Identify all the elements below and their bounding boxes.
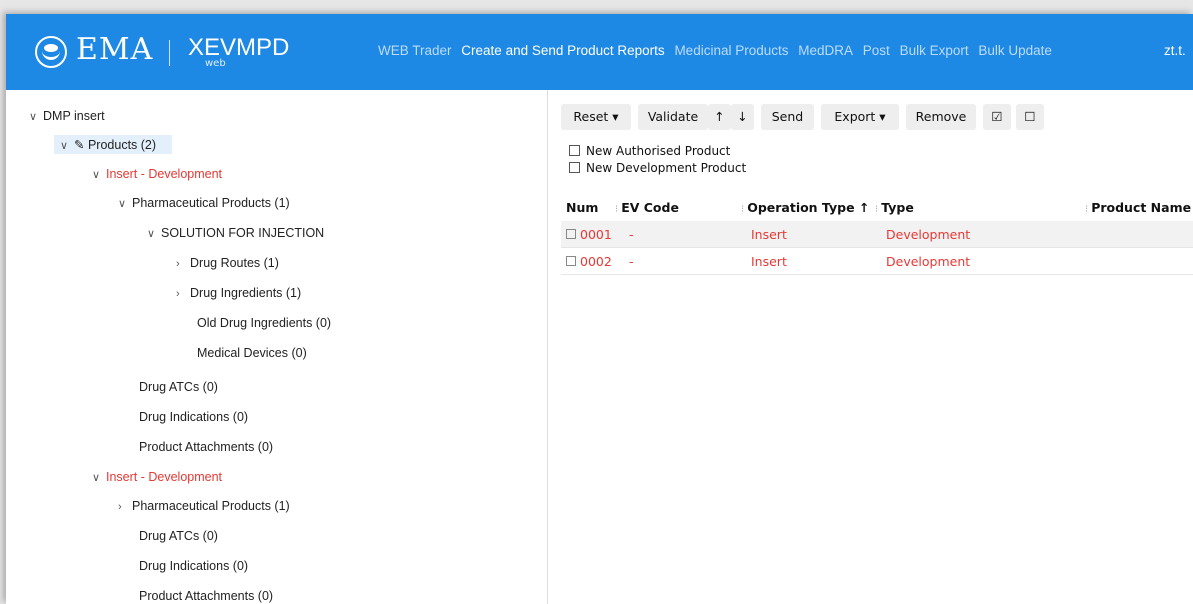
checkbox[interactable] <box>569 162 580 173</box>
row-checkbox[interactable] <box>566 229 576 239</box>
row-checkbox[interactable] <box>566 256 576 266</box>
remove-button[interactable]: Remove <box>906 104 976 130</box>
chevron-down-icon[interactable]: ∨ <box>29 110 43 123</box>
new-development-product-option[interactable]: New Development Product <box>569 161 746 175</box>
tree-node-pharma-1[interactable]: ∨ Pharmaceutical Products (1) <box>118 196 290 210</box>
resize-handle-icon[interactable]: ⁝ <box>741 204 744 215</box>
export-button[interactable]: Export ▾ <box>821 104 899 130</box>
tree-label: Insert - Development <box>106 167 223 181</box>
nav-web-trader[interactable]: WEB Trader <box>378 43 452 58</box>
uncheck-all-button[interactable]: ☐ <box>1016 104 1044 130</box>
option-label: New Authorised Product <box>586 144 731 158</box>
tree-node-indications-1[interactable]: Drug Indications (0) <box>139 410 248 424</box>
tree-node-indications-2[interactable]: Drug Indications (0) <box>139 559 248 573</box>
chevron-down-icon[interactable]: ∨ <box>92 168 106 181</box>
product-name: XEVMPD <box>188 34 290 61</box>
app-window: EMA XEVMPD web WEB Trader Create and Sen… <box>6 14 1193 604</box>
col-label: Product Name <box>1091 200 1192 215</box>
tree-label: Products (2) <box>87 138 157 152</box>
chevron-down-icon[interactable]: ∨ <box>147 227 161 240</box>
row-num[interactable]: 0001 <box>566 227 612 242</box>
tree-label: Insert - Development <box>106 470 223 484</box>
row-operation: Insert <box>751 227 787 242</box>
logo-divider <box>169 40 170 66</box>
reset-button[interactable]: Reset ▾ <box>561 104 631 130</box>
col-label: EV Code <box>621 200 679 215</box>
row-num[interactable]: 0002 <box>566 254 612 269</box>
report-list-pane: Reset ▾ Validate ↑ ↓ Send Export ▾ Remov… <box>549 90 1193 604</box>
send-button[interactable]: Send <box>761 104 814 130</box>
tree-label: Drug Routes (1) <box>190 256 279 270</box>
nav-meddra[interactable]: MedDRA <box>798 43 853 58</box>
tree-node-root[interactable]: ∨ DMP insert <box>29 109 105 123</box>
chevron-down-icon[interactable]: ∨ <box>60 139 74 152</box>
tree-label: Pharmaceutical Products (1) <box>132 499 290 513</box>
resize-handle-icon[interactable]: ⁝ <box>875 204 878 215</box>
col-type[interactable]: ⁝ Type <box>875 200 914 215</box>
tree-node-attachments-2[interactable]: Product Attachments (0) <box>139 589 273 603</box>
ema-logo-icon <box>35 36 67 68</box>
tree-node-solution[interactable]: ∨ SOLUTION FOR INJECTION <box>147 226 324 240</box>
table-row[interactable]: 0001 - Insert Development <box>561 221 1193 248</box>
row-type: Development <box>886 254 971 269</box>
tree-node-pharma-2[interactable]: › Pharmaceutical Products (1) <box>118 499 290 513</box>
nav-medicinal-products[interactable]: Medicinal Products <box>674 43 788 58</box>
option-label: New Development Product <box>586 161 747 175</box>
pencil-icon[interactable]: ✎ <box>74 138 84 152</box>
col-operation-type[interactable]: ⁝ Operation Type ↑ <box>741 200 869 215</box>
col-label: Operation Type ↑ <box>747 200 870 215</box>
tree-node-old-ingredients[interactable]: Old Drug Ingredients (0) <box>197 316 331 330</box>
tree-label: Pharmaceutical Products (1) <box>132 196 290 210</box>
row-num-value: 0001 <box>580 227 612 242</box>
tree-label: DMP insert <box>43 109 105 123</box>
resize-handle-icon[interactable]: ⁝ <box>615 204 618 215</box>
col-product-name[interactable]: ⁝ Product Name <box>1085 200 1191 215</box>
tree-node-routes[interactable]: › Drug Routes (1) <box>176 256 279 270</box>
row-num-value: 0002 <box>580 254 612 269</box>
chevron-down-icon[interactable]: ∨ <box>92 471 106 484</box>
tree-label: SOLUTION FOR INJECTION <box>161 226 325 240</box>
tree-node-insert-1[interactable]: ∨ Insert - Development <box>92 167 222 181</box>
col-num[interactable]: Num <box>566 200 598 215</box>
tree-node-atcs-1[interactable]: Drug ATCs (0) <box>139 380 218 394</box>
chevron-right-icon[interactable]: › <box>118 501 132 513</box>
logo-text: EMA <box>76 32 154 67</box>
nav-post[interactable]: Post <box>863 43 890 58</box>
new-authorised-product-option[interactable]: New Authorised Product <box>569 144 730 158</box>
nav-create-send-reports[interactable]: Create and Send Product Reports <box>461 43 664 58</box>
chevron-right-icon[interactable]: › <box>176 258 190 270</box>
tree-node-attachments-1[interactable]: Product Attachments (0) <box>139 440 273 454</box>
table-row[interactable]: 0002 - Insert Development <box>561 248 1193 275</box>
nav-bulk-update[interactable]: Bulk Update <box>978 43 1052 58</box>
user-menu[interactable]: zt.t. <box>1164 43 1186 58</box>
report-tree: ∨ DMP insert ∨ ✎ Products (2) ∨ Insert - De… <box>6 90 548 604</box>
chevron-down-icon[interactable]: ∨ <box>118 197 132 210</box>
resize-handle-icon[interactable]: ⁝ <box>1085 204 1088 215</box>
nav-bulk-export[interactable]: Bulk Export <box>900 43 969 58</box>
tree-node-ingredients[interactable]: › Drug Ingredients (1) <box>176 286 301 300</box>
col-ev-code[interactable]: ⁝ EV Code <box>615 200 679 215</box>
row-operation: Insert <box>751 254 787 269</box>
tree-node-insert-2[interactable]: ∨ Insert - Development <box>92 470 222 484</box>
row-ev-code: - <box>629 227 634 242</box>
tree-label: Drug Ingredients (1) <box>190 286 302 300</box>
main-nav: WEB Trader Create and Send Product Repor… <box>378 43 1058 58</box>
move-up-button[interactable]: ↑ <box>708 104 731 130</box>
check-all-button[interactable]: ☑ <box>983 104 1011 130</box>
validate-button[interactable]: Validate <box>638 104 708 130</box>
product-sub: web <box>205 58 226 69</box>
top-navigation-bar: EMA XEVMPD web WEB Trader Create and Sen… <box>6 14 1193 90</box>
chevron-right-icon[interactable]: › <box>176 288 190 300</box>
tree-node-atcs-2[interactable]: Drug ATCs (0) <box>139 529 218 543</box>
col-label: Type <box>881 200 914 215</box>
row-type: Development <box>886 227 971 242</box>
tree-node-products[interactable]: ∨ ✎ Products (2) <box>54 135 173 154</box>
move-down-button[interactable]: ↓ <box>731 104 754 130</box>
checkbox[interactable] <box>569 145 580 156</box>
row-ev-code: - <box>629 254 634 269</box>
tree-node-devices[interactable]: Medical Devices (0) <box>197 346 307 360</box>
